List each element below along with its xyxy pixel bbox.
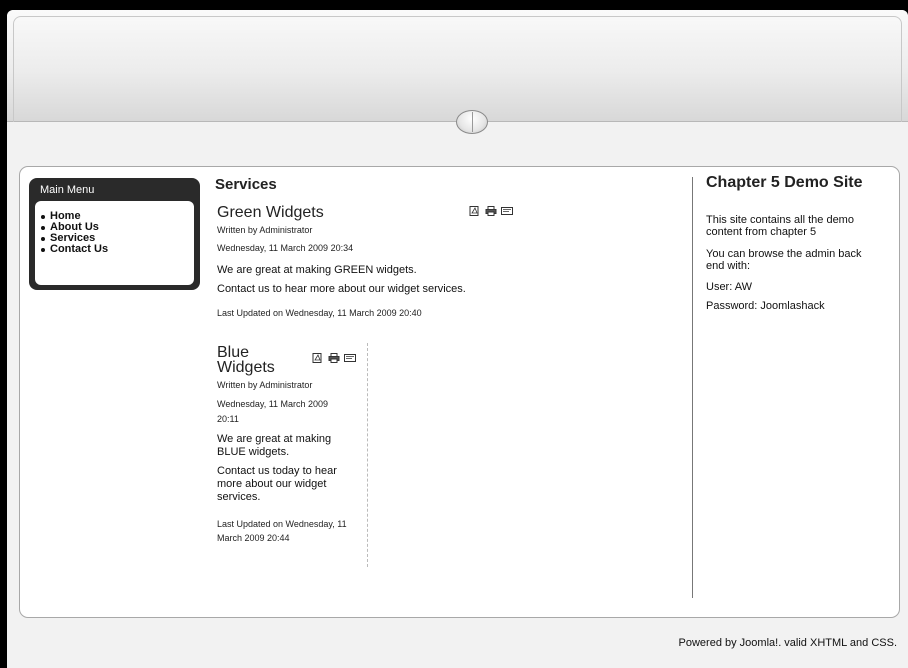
article-date: Wednesday, 11 March 2009 20:11 [217, 399, 329, 424]
main-menu-list: Home About Us Services Contact Us [39, 211, 108, 255]
print-icon[interactable] [485, 206, 497, 216]
pdf-icon[interactable] [469, 206, 481, 216]
sidebar-text: You can browse the admin back end with: [706, 248, 862, 272]
article-title[interactable]: Blue Widgets [217, 345, 287, 376]
pdf-icon[interactable] [312, 353, 324, 363]
article-byline: Written by Administrator [217, 380, 313, 390]
article-last-updated: Last Updated on Wednesday, 11 March 2009… [217, 308, 422, 318]
header-knob-icon [456, 110, 488, 134]
article-last-updated: Last Updated on Wednesday, 11 March 2009… [217, 519, 347, 543]
article-paragraph: Contact us to hear more about our widget… [217, 283, 466, 295]
sidebar-text: User: AW [706, 281, 753, 293]
article-paragraph: We are great at making GREEN widgets. [217, 264, 417, 276]
menu-item-contact-us[interactable]: Contact Us [39, 244, 108, 255]
content-area: Main Menu Home About Us Services Contact… [19, 166, 900, 618]
article-title[interactable]: Green Widgets [217, 204, 324, 222]
section-title: Services [215, 176, 277, 193]
header-banner [7, 10, 908, 122]
sidebar-text: This site contains all the demo content … [706, 214, 854, 238]
main-menu-body: Home About Us Services Contact Us [35, 201, 194, 285]
article-actions [312, 353, 356, 363]
email-icon[interactable] [501, 206, 513, 216]
article-paragraph: We are great at making BLUE widgets. [217, 433, 332, 458]
sidebar-text: Password: Joomlashack [706, 300, 825, 312]
footer-text: Powered by Joomla!. valid XHTML and CSS. [678, 637, 897, 649]
page: Main Menu Home About Us Services Contact… [7, 10, 908, 668]
sidebar-divider [692, 177, 693, 598]
print-icon[interactable] [328, 353, 340, 363]
main-menu: Main Menu Home About Us Services Contact… [29, 178, 200, 290]
sidebar-title: Chapter 5 Demo Site [706, 174, 863, 191]
main-menu-title: Main Menu [40, 184, 95, 196]
email-icon[interactable] [344, 353, 356, 363]
header-frame [13, 16, 902, 122]
article-paragraph: Contact us today to hear more about our … [217, 465, 337, 503]
article-actions [469, 206, 513, 216]
column-divider [367, 343, 368, 567]
article-date: Wednesday, 11 March 2009 20:34 [217, 243, 354, 253]
article-byline: Written by Administrator [217, 225, 313, 235]
